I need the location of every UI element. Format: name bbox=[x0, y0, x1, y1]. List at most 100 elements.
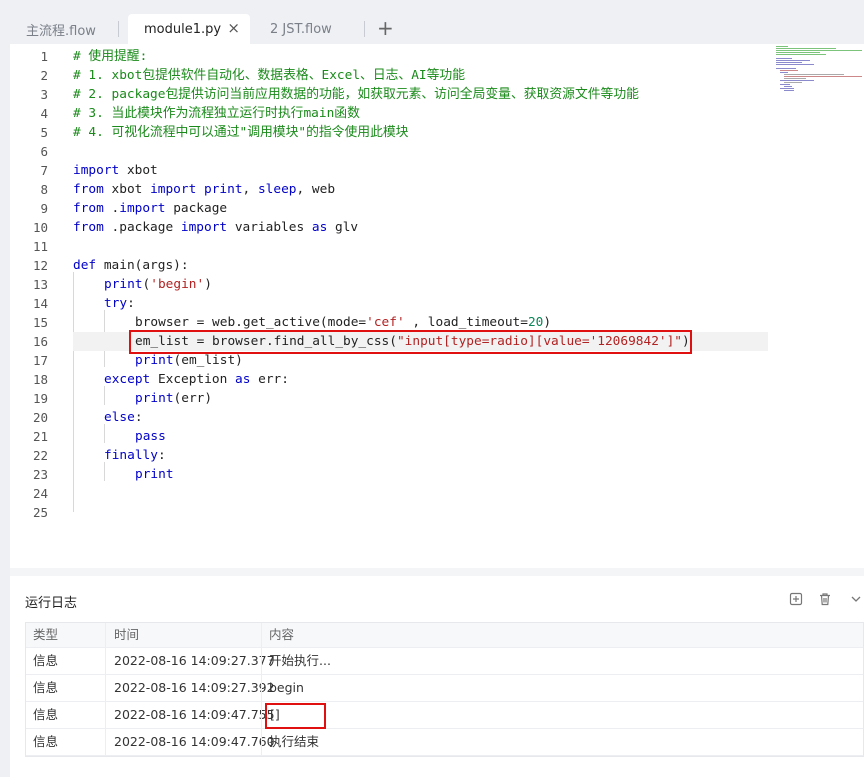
code-text: # 3. 当此模块作为流程独立运行时执行main函数 bbox=[73, 106, 360, 121]
code-text: # 4. 可视化流程中可以通过"调用模块"的指令使用此模块 bbox=[73, 125, 409, 140]
line-number: 4 bbox=[40, 106, 48, 121]
code-line: 13 print('begin') bbox=[10, 275, 864, 294]
line-number: 9 bbox=[40, 201, 48, 216]
code-text: # 2. package包提供访问当前应用数据的功能，如获取元素、访问全局变量、… bbox=[73, 87, 639, 102]
tab-label: 主流程.flow bbox=[26, 23, 96, 39]
table-header: 类型 时间 内容 bbox=[26, 623, 863, 648]
line-number: 20 bbox=[32, 410, 48, 425]
tab-divider bbox=[364, 21, 365, 37]
code-text: pass bbox=[135, 429, 166, 444]
trash-icon[interactable] bbox=[818, 592, 832, 610]
log-time: 2022-08-16 14:09:27.392 bbox=[114, 680, 275, 695]
line-number: 24 bbox=[32, 486, 48, 501]
log-content: 开始执行... bbox=[269, 653, 331, 668]
line-number: 15 bbox=[32, 315, 48, 330]
code-text: print('begin') bbox=[104, 277, 212, 292]
line-number: 19 bbox=[32, 391, 48, 406]
tab-module1[interactable]: module1.py × bbox=[128, 14, 250, 44]
code-line: 20 else: bbox=[10, 408, 864, 427]
line-number: 13 bbox=[32, 277, 48, 292]
log-table: 类型 时间 内容 信息 2022-08-16 14:09:27.377 开始执行… bbox=[25, 622, 864, 757]
line-number: 23 bbox=[32, 467, 48, 482]
table-row[interactable]: 信息 2022-08-16 14:09:47.755 [] bbox=[26, 702, 863, 729]
column-header-content: 内容 bbox=[269, 627, 295, 642]
line-number: 14 bbox=[32, 296, 48, 311]
line-number: 11 bbox=[32, 239, 48, 254]
code-text: # 1. xbot包提供软件自动化、数据表格、Excel、日志、AI等功能 bbox=[73, 68, 466, 83]
line-number: 8 bbox=[40, 182, 48, 197]
line-number: 22 bbox=[32, 448, 48, 463]
line-number: 1 bbox=[40, 49, 48, 64]
log-time: 2022-08-16 14:09:27.377 bbox=[114, 653, 275, 668]
tab-label: module1.py bbox=[144, 21, 222, 37]
code-line: 8 from xbot import print, sleep, web bbox=[10, 180, 864, 199]
line-number: 18 bbox=[32, 372, 48, 387]
log-panel-title: 运行日志 bbox=[25, 596, 78, 611]
code-text: import xbot bbox=[73, 163, 158, 178]
code-text: finally: bbox=[104, 448, 166, 463]
code-line: 19 print(err) bbox=[10, 389, 864, 408]
code-text: def main(args): bbox=[73, 258, 189, 273]
log-time: 2022-08-16 14:09:47.760 bbox=[114, 734, 275, 749]
log-type: 信息 bbox=[33, 734, 59, 749]
table-row[interactable]: 信息 2022-08-16 14:09:27.392 begin bbox=[26, 675, 863, 702]
code-line: 2 # 1. xbot包提供软件自动化、数据表格、Excel、日志、AI等功能 bbox=[10, 66, 864, 85]
highlight-box-code bbox=[129, 330, 692, 354]
code-line: 18 except Exception as err: bbox=[10, 370, 864, 389]
line-number: 6 bbox=[40, 144, 48, 159]
export-icon[interactable] bbox=[789, 592, 803, 610]
line-number: 7 bbox=[40, 163, 48, 178]
tab-label: 2 JST.flow bbox=[270, 21, 332, 37]
code-line: 23 print bbox=[10, 465, 864, 484]
log-type: 信息 bbox=[33, 707, 59, 722]
code-editor[interactable]: 1 # 使用提醒: 2 # 1. xbot包提供软件自动化、数据表格、Excel… bbox=[10, 44, 864, 568]
add-tab-icon[interactable]: + bbox=[377, 18, 394, 38]
log-type: 信息 bbox=[33, 653, 59, 668]
chevron-down-icon[interactable] bbox=[850, 592, 862, 610]
code-line: 11 bbox=[10, 237, 864, 256]
line-number: 25 bbox=[32, 505, 48, 520]
code-text: else: bbox=[104, 410, 143, 425]
tab-divider bbox=[118, 21, 119, 37]
log-time: 2022-08-16 14:09:47.755 bbox=[114, 707, 275, 722]
line-number: 5 bbox=[40, 125, 48, 140]
code-text: print bbox=[135, 467, 174, 482]
table-row[interactable]: 信息 2022-08-16 14:09:27.377 开始执行... bbox=[26, 648, 863, 675]
code-line: 12 def main(args): bbox=[10, 256, 864, 275]
tab-jst-flow[interactable]: 2 JST.flow bbox=[270, 14, 332, 44]
code-line: 24 bbox=[10, 484, 864, 503]
table-row[interactable]: 信息 2022-08-16 14:09:47.760 执行结束 bbox=[26, 729, 863, 756]
code-line: 7 import xbot bbox=[10, 161, 864, 180]
line-number: 21 bbox=[32, 429, 48, 444]
column-divider bbox=[261, 623, 262, 756]
line-number: 3 bbox=[40, 87, 48, 102]
tab-main-flow[interactable]: 主流程.flow bbox=[26, 14, 96, 44]
highlight-box-output bbox=[265, 703, 326, 729]
code-line: 4 # 3. 当此模块作为流程独立运行时执行main函数 bbox=[10, 104, 864, 123]
log-type: 信息 bbox=[33, 680, 59, 695]
code-line: 1 # 使用提醒: bbox=[10, 47, 864, 66]
code-line: 22 finally: bbox=[10, 446, 864, 465]
line-number: 16 bbox=[32, 334, 48, 349]
line-number: 10 bbox=[32, 220, 48, 235]
code-line: 21 pass bbox=[10, 427, 864, 446]
code-text: from .import package bbox=[73, 201, 228, 216]
column-divider bbox=[105, 623, 106, 756]
code-text: except Exception as err: bbox=[104, 372, 289, 387]
code-text: print(err) bbox=[135, 391, 213, 406]
code-line: 14 try: bbox=[10, 294, 864, 313]
code-line: 25 bbox=[10, 503, 864, 522]
line-number: 17 bbox=[32, 353, 48, 368]
code-line: 6 bbox=[10, 142, 864, 161]
log-content: 执行结束 bbox=[269, 734, 320, 749]
log-panel: 运行日志 类型 时间 内容 信息 2022-08-16 14:09:27.377… bbox=[10, 576, 864, 777]
code-text: # 使用提醒: bbox=[73, 49, 148, 64]
code-text: from .package import variables as glv bbox=[73, 220, 359, 235]
column-header-time: 时间 bbox=[114, 627, 140, 642]
code-line: 5 # 4. 可视化流程中可以通过"调用模块"的指令使用此模块 bbox=[10, 123, 864, 142]
code-text: from xbot import print, sleep, web bbox=[73, 182, 336, 197]
code-line: 3 # 2. package包提供访问当前应用数据的功能，如获取元素、访问全局变… bbox=[10, 85, 864, 104]
horizontal-scrollbar[interactable] bbox=[10, 568, 864, 576]
close-icon[interactable]: × bbox=[227, 21, 240, 36]
code-text: try: bbox=[104, 296, 135, 311]
